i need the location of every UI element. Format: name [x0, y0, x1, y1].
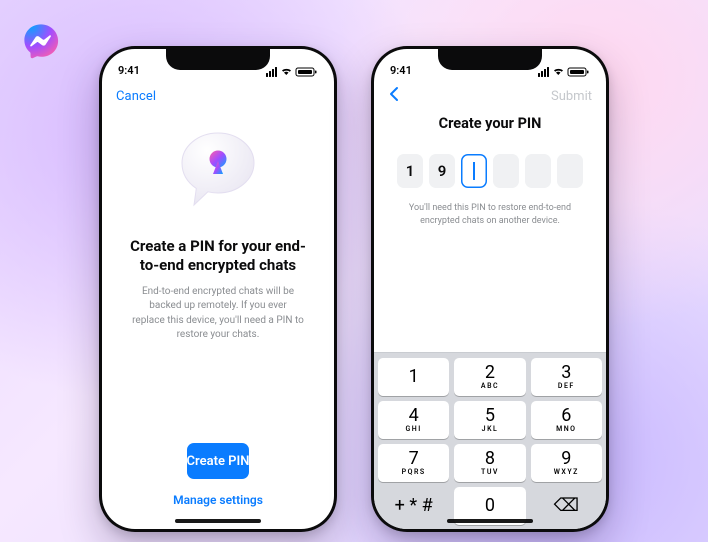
- pin-digit-3[interactable]: [461, 154, 487, 188]
- keypad-key-2[interactable]: 2ABC: [454, 358, 525, 396]
- keypad-key-4[interactable]: 4GHI: [378, 401, 449, 439]
- status-indicators-icon: [538, 67, 590, 77]
- page-description: End-to-end encrypted chats will be backe…: [102, 285, 334, 343]
- status-time: 9:41: [118, 64, 140, 77]
- pin-input-row[interactable]: 19: [374, 154, 606, 188]
- status-time: 9:41: [390, 64, 412, 77]
- notch: [438, 46, 542, 70]
- submit-button[interactable]: Submit: [551, 89, 592, 104]
- page-title: Create your PIN: [374, 115, 606, 132]
- status-indicators-icon: [266, 67, 318, 77]
- keypad-key-7[interactable]: 7PQRS: [378, 444, 449, 482]
- notch: [166, 46, 270, 70]
- nav-bar: Cancel: [102, 79, 334, 113]
- nav-bar: Submit: [374, 79, 606, 113]
- keypad-key-8[interactable]: 8TUV: [454, 444, 525, 482]
- phone-1-frame: 9:41 Cancel: [99, 46, 337, 532]
- chevron-left-icon: [388, 86, 400, 102]
- pin-hint: You'll need this PIN to restore end-to-e…: [374, 202, 606, 227]
- pin-digit-4[interactable]: [493, 154, 519, 188]
- keypad-key-1[interactable]: 1: [378, 358, 449, 396]
- encrypted-chat-illustration-icon: [170, 127, 266, 221]
- keypad-key-5[interactable]: 5JKL: [454, 401, 525, 439]
- cancel-button[interactable]: Cancel: [116, 89, 156, 104]
- back-button[interactable]: [388, 86, 400, 106]
- pin-digit-2[interactable]: 9: [429, 154, 455, 188]
- manage-settings-button[interactable]: Manage settings: [173, 493, 263, 507]
- create-pin-button[interactable]: Create PIN: [187, 443, 250, 479]
- keypad-key-9[interactable]: 9WXYZ: [531, 444, 602, 482]
- home-indicator[interactable]: [175, 519, 261, 523]
- page-title: Create a PIN for your end-to-end encrypt…: [102, 237, 334, 275]
- numeric-keypad: 12ABC3DEF 4GHI5JKL6MNO 7PQRS8TUV9WXYZ + * #…: [374, 352, 606, 529]
- keypad-key-3[interactable]: 3DEF: [531, 358, 602, 396]
- keypad-symbols-button[interactable]: + * #: [378, 487, 449, 525]
- pin-digit-5[interactable]: [525, 154, 551, 188]
- home-indicator[interactable]: [447, 519, 533, 523]
- phone-2-frame: 9:41 Submit Create your PIN 19 You'll ne…: [371, 46, 609, 532]
- keypad-delete-button[interactable]: ⌫: [531, 487, 602, 525]
- keypad-key-6[interactable]: 6MNO: [531, 401, 602, 439]
- pin-digit-1[interactable]: 1: [397, 154, 423, 188]
- pin-digit-6[interactable]: [557, 154, 583, 188]
